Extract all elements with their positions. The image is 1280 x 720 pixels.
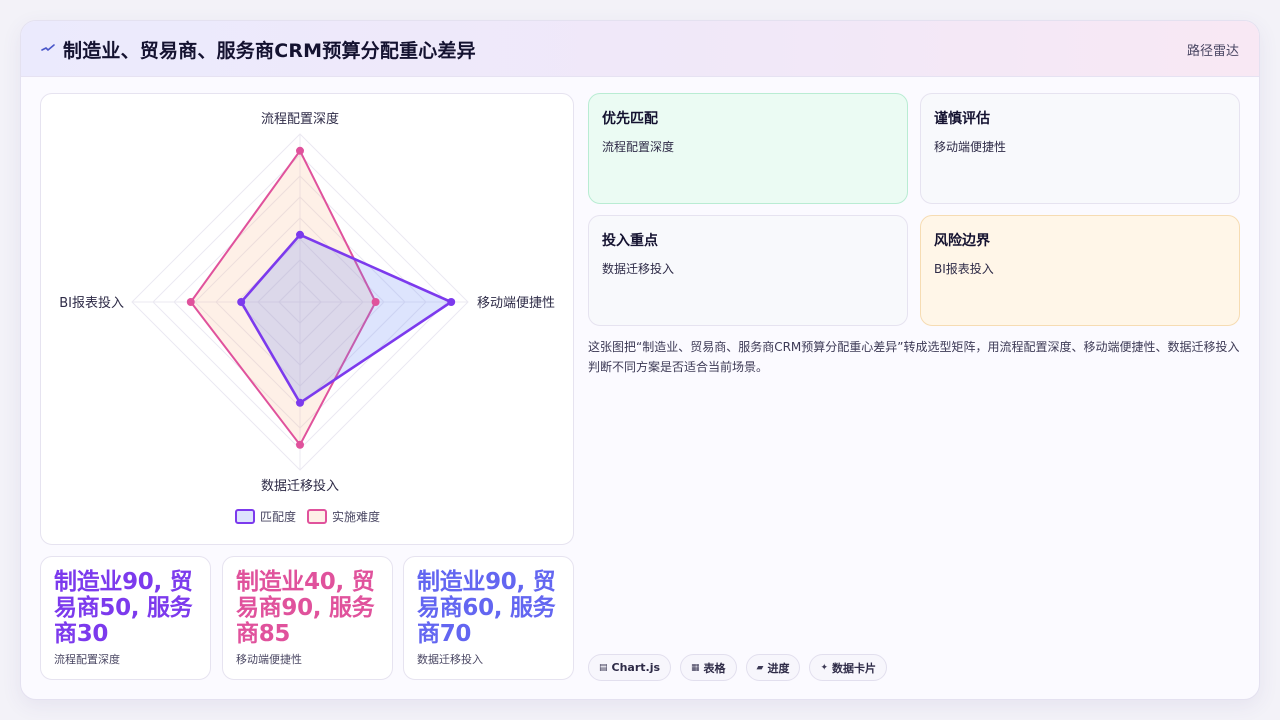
axis-label: 数据迁移投入	[261, 478, 339, 494]
info-card-title: 风险边界	[934, 233, 990, 249]
stat-label: 流程配置深度	[54, 653, 120, 666]
info-card-investment-focus: 投入重点 数据迁移投入	[588, 215, 908, 326]
axis-label: 流程配置深度	[261, 111, 339, 127]
data-point	[186, 298, 195, 306]
pulse-icon	[41, 44, 55, 51]
axis-label: BI报表投入	[59, 295, 124, 311]
info-card-risk-boundary: 风险边界 BI报表投入	[920, 215, 1240, 326]
data-card-icon: ✦	[820, 662, 829, 673]
radar-path-link[interactable]: 路径雷达	[1187, 40, 1239, 59]
progress-icon: ▰	[756, 662, 764, 673]
info-card-priority-match: 优先匹配 流程配置深度	[588, 93, 908, 204]
tag-label: 表格	[703, 661, 726, 675]
stat-card-mobile-convenience: 制造业40, 贸易商90, 服务商85 移动端便捷性	[222, 556, 393, 680]
stat-card-process-depth: 制造业90, 贸易商50, 服务商30 流程配置深度	[40, 556, 211, 680]
data-point	[296, 398, 304, 407]
tag-data-card[interactable]: ✦ 数据卡片	[809, 654, 888, 681]
tag-label: 数据卡片	[832, 661, 877, 675]
stat-card-data-migration: 制造业90, 贸易商60, 服务商70 数据迁移投入	[403, 556, 574, 680]
tag-progress[interactable]: ▰ 进度	[745, 654, 801, 681]
page-title: 制造业、贸易商、服务商CRM预算分配重心差异	[63, 40, 476, 62]
legend-label: 匹配度	[260, 509, 296, 524]
data-point	[371, 298, 380, 306]
table-icon: ▦	[691, 662, 700, 673]
legend-swatch	[235, 509, 255, 524]
chart-description: 这张图把“制造业、贸易商、服务商CRM预算分配重心差异”转成选型矩阵，用流程配置…	[588, 340, 1240, 374]
info-card-sub: 流程配置深度	[602, 140, 675, 154]
stat-value: 制造业90, 贸易商60, 服务商70	[417, 569, 556, 647]
tag-label: 进度	[767, 661, 790, 675]
tag-list: ▤ Chart.js ▦ 表格 ▰ 进度 ✦ 数据卡片	[588, 654, 888, 681]
info-card-title: 投入重点	[602, 233, 658, 249]
info-card-title: 优先匹配	[602, 111, 658, 127]
info-card-careful-eval: 谨慎评估 移动端便捷性	[920, 93, 1240, 204]
tag-label: Chart.js	[611, 661, 661, 674]
info-card-sub: 数据迁移投入	[602, 262, 675, 276]
radar-chart: 流程配置深度移动端便捷性数据迁移投入 BI报表投入匹配度 实施难度	[59, 111, 555, 524]
info-card-title: 谨慎评估	[934, 111, 990, 127]
tag-table[interactable]: ▦ 表格	[680, 654, 737, 681]
tag-chartjs[interactable]: ▤ Chart.js	[588, 654, 672, 681]
stat-value: 制造业90, 贸易商50, 服务商30	[54, 569, 193, 647]
data-point	[296, 230, 304, 239]
chart-icon: ▤	[599, 662, 608, 673]
data-point	[296, 440, 304, 449]
data-point	[296, 146, 304, 155]
info-card-sub: BI报表投入	[934, 262, 994, 276]
stat-label: 数据迁移投入	[417, 653, 483, 666]
legend-label: 实施难度	[332, 509, 380, 524]
data-point	[237, 298, 246, 306]
data-point	[447, 298, 456, 306]
header-bar: 制造业、贸易商、服务商CRM预算分配重心差异 路径雷达	[21, 21, 1259, 77]
stat-value: 制造业40, 贸易商90, 服务商85	[236, 569, 375, 647]
legend-swatch	[307, 509, 327, 524]
info-card-sub: 移动端便捷性	[934, 140, 1007, 154]
radar-chart-card: 流程配置深度移动端便捷性数据迁移投入 BI报表投入匹配度 实施难度	[40, 93, 574, 545]
dashboard-frame: 制造业、贸易商、服务商CRM预算分配重心差异 路径雷达 流程配置深度 移动端便捷性…	[20, 20, 1260, 700]
axis-label: 移动端便捷性	[477, 296, 555, 311]
stat-label: 移动端便捷性	[236, 653, 302, 666]
